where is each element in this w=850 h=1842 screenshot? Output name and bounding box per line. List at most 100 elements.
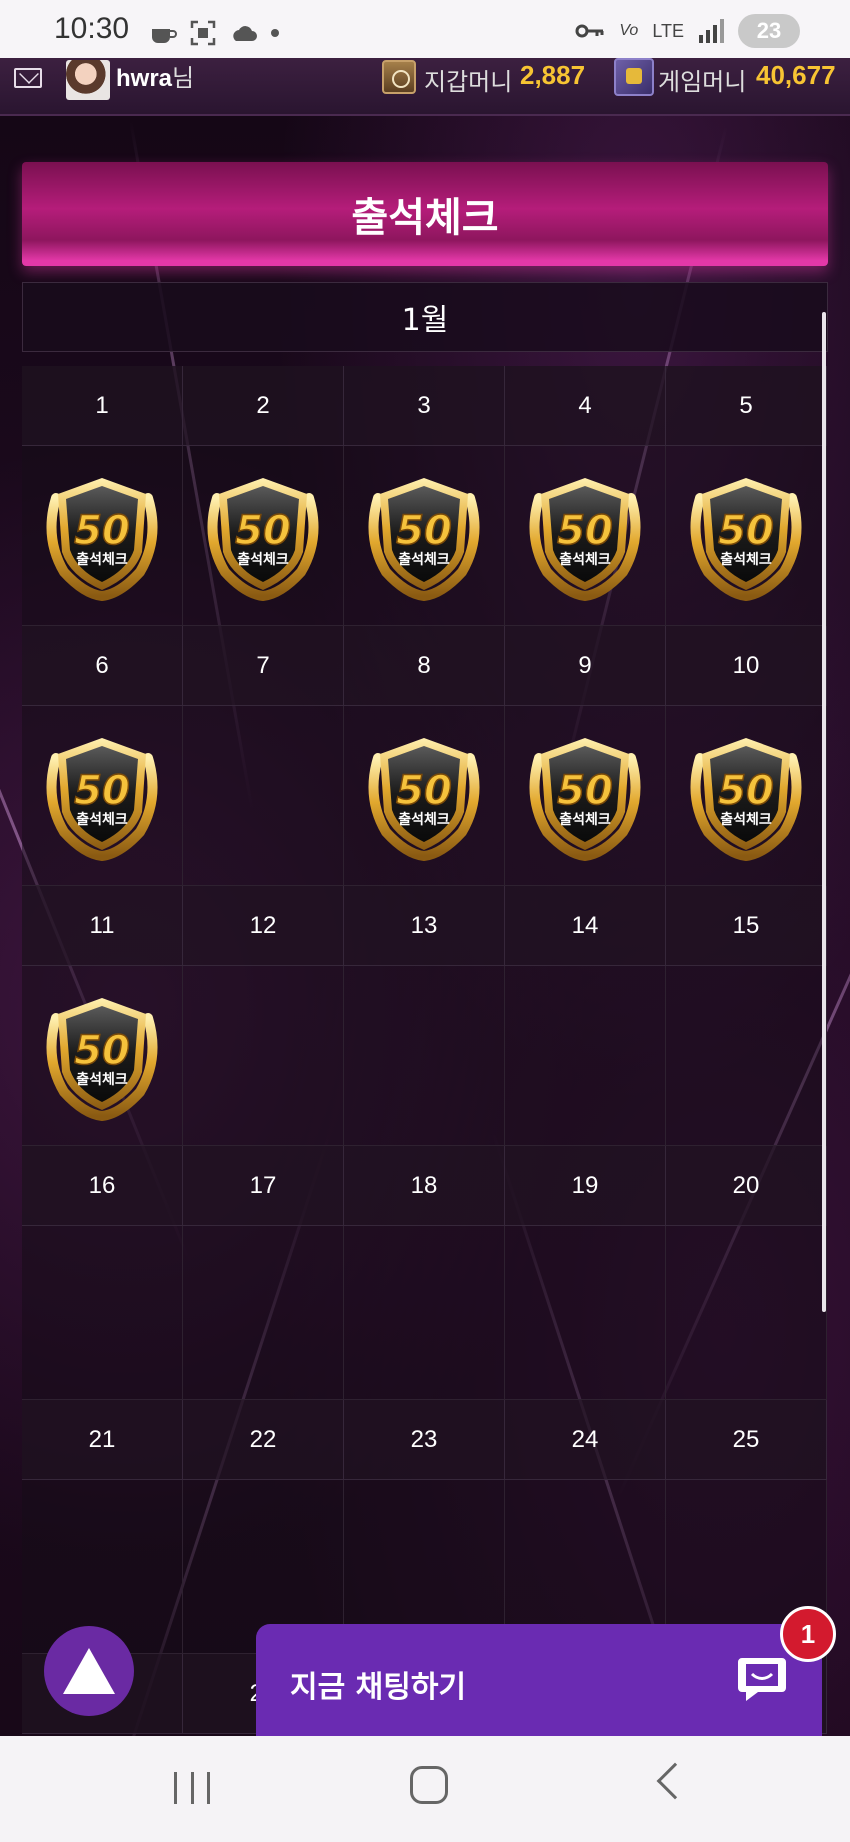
svg-text:출석체크: 출석체크 <box>237 551 289 568</box>
attendance-badge: 50 출석체크 <box>517 728 653 864</box>
calendar-week: 6 7 8 9 10 50 출석체크 50 출석체크 50 출석체크 50 출석… <box>22 626 828 886</box>
home-icon[interactable] <box>410 1766 448 1804</box>
attendance-badge: 50 출석체크 <box>34 988 170 1124</box>
day-number: 19 <box>505 1146 666 1226</box>
day-cell: 50 출석체크 <box>183 446 344 626</box>
svg-text:출석체크: 출석체크 <box>559 551 611 568</box>
day-number: 20 <box>666 1146 827 1226</box>
day-number: 9 <box>505 626 666 706</box>
day-cell <box>505 1226 666 1400</box>
unread-badge: 1 <box>780 1606 836 1662</box>
volte-icon: Vo <box>619 22 639 39</box>
attendance-badge: 50 출석체크 <box>678 728 814 864</box>
svg-text:50: 50 <box>718 508 774 554</box>
day-number: 18 <box>344 1146 505 1226</box>
svg-text:출석체크: 출석체크 <box>398 551 450 568</box>
back-icon[interactable] <box>656 1762 694 1800</box>
username: hwra님 <box>116 65 195 92</box>
day-number: 25 <box>666 1400 827 1480</box>
day-number: 8 <box>344 626 505 706</box>
recent-apps-icon[interactable] <box>174 1772 210 1804</box>
day-cell <box>344 1226 505 1400</box>
day-number: 21 <box>22 1400 183 1480</box>
day-number: 7 <box>183 626 344 706</box>
svg-text:50: 50 <box>74 508 130 554</box>
cloud-icon <box>233 26 257 41</box>
calendar-week: 16 17 18 19 20 <box>22 1146 828 1400</box>
battery-indicator: 23 <box>738 14 800 48</box>
coffee-icon <box>152 29 177 43</box>
game-money-icon <box>614 58 654 96</box>
day-number: 1 <box>22 366 183 446</box>
day-cell: 50 출석체크 <box>666 446 827 626</box>
day-cell <box>344 966 505 1146</box>
svg-text:출석체크: 출석체크 <box>720 551 772 568</box>
svg-text:50: 50 <box>74 768 130 814</box>
attendance-badge: 50 출석체크 <box>195 468 331 604</box>
key-icon <box>575 24 604 38</box>
month-label: 1월 <box>22 282 828 352</box>
attendance-calendar: 1 2 3 4 5 50 출석체크 50 출석체크 50 출석체크 50 출석체… <box>22 366 828 1734</box>
game-money-value: 40,677 <box>756 60 836 90</box>
system-nav-bar <box>0 1736 850 1842</box>
day-number: 24 <box>505 1400 666 1480</box>
day-number: 13 <box>344 886 505 966</box>
day-cell: 50 출석체크 <box>505 706 666 886</box>
day-cell <box>183 966 344 1146</box>
day-cell <box>183 1226 344 1400</box>
calendar-week: 11 12 13 14 15 50 출석체크 <box>22 886 828 1146</box>
day-cell: 50 출석체크 <box>666 706 827 886</box>
svg-text:50: 50 <box>396 508 452 554</box>
network-label: LTE <box>652 20 684 41</box>
attendance-badge: 50 출석체크 <box>34 728 170 864</box>
day-cell: 50 출석체크 <box>505 446 666 626</box>
day-number: 23 <box>344 1400 505 1480</box>
svg-text:출석체크: 출석체크 <box>76 1071 128 1088</box>
status-time: 10:30 <box>54 12 130 45</box>
day-number: 15 <box>666 886 827 966</box>
svg-text:출석체크: 출석체크 <box>559 811 611 828</box>
status-left-icons <box>150 20 280 46</box>
day-number: 16 <box>22 1146 183 1226</box>
svg-text:50: 50 <box>718 768 774 814</box>
svg-text:출석체크: 출석체크 <box>76 551 128 568</box>
status-right-icons: Vo LTE 23 <box>575 14 800 48</box>
day-number: 5 <box>666 366 827 446</box>
scroll-top-button[interactable] <box>44 1626 134 1716</box>
scrollbar[interactable] <box>822 312 826 1312</box>
day-number: 4 <box>505 366 666 446</box>
attendance-page[interactable]: 출석체크 1월 1 2 3 4 5 50 출석체크 50 출석체크 50 출석체… <box>0 116 850 1736</box>
day-cell <box>183 706 344 886</box>
day-number: 10 <box>666 626 827 706</box>
triangle-up-icon <box>63 1648 115 1694</box>
avatar[interactable] <box>66 60 110 100</box>
svg-text:출석체크: 출석체크 <box>76 811 128 828</box>
day-cell: 50 출석체크 <box>344 446 505 626</box>
chat-now-button[interactable]: 지금 채팅하기 <box>256 1624 822 1736</box>
user-bar: hwra님 지갑머니 2,887 게임머니 40,677 <box>0 58 850 116</box>
mail-icon[interactable] <box>14 68 42 88</box>
day-number: 6 <box>22 626 183 706</box>
day-cell <box>666 1226 827 1400</box>
day-number: 22 <box>183 1400 344 1480</box>
day-cell: 50 출석체크 <box>22 706 183 886</box>
signal-icon <box>699 19 724 43</box>
chat-bubble-icon <box>738 1658 786 1701</box>
calendar-week: 1 2 3 4 5 50 출석체크 50 출석체크 50 출석체크 50 출석체… <box>22 366 828 626</box>
attendance-badge: 50 출석체크 <box>34 468 170 604</box>
day-number: 2 <box>183 366 344 446</box>
game-money-label: 게임머니 <box>658 68 747 96</box>
svg-text:50: 50 <box>235 508 291 554</box>
attendance-badge: 50 출석체크 <box>517 468 653 604</box>
screenshot-icon <box>190 20 216 46</box>
svg-text:50: 50 <box>557 508 613 554</box>
svg-text:50: 50 <box>557 768 613 814</box>
status-bar: 10:30 Vo LTE 23 <box>0 0 850 60</box>
day-cell <box>666 966 827 1146</box>
wallet-label: 지갑머니 <box>424 68 513 96</box>
day-cell <box>22 1226 183 1400</box>
day-number: 3 <box>344 366 505 446</box>
attendance-badge: 50 출석체크 <box>356 468 492 604</box>
day-number: 14 <box>505 886 666 966</box>
wallet-value: 2,887 <box>520 60 586 90</box>
